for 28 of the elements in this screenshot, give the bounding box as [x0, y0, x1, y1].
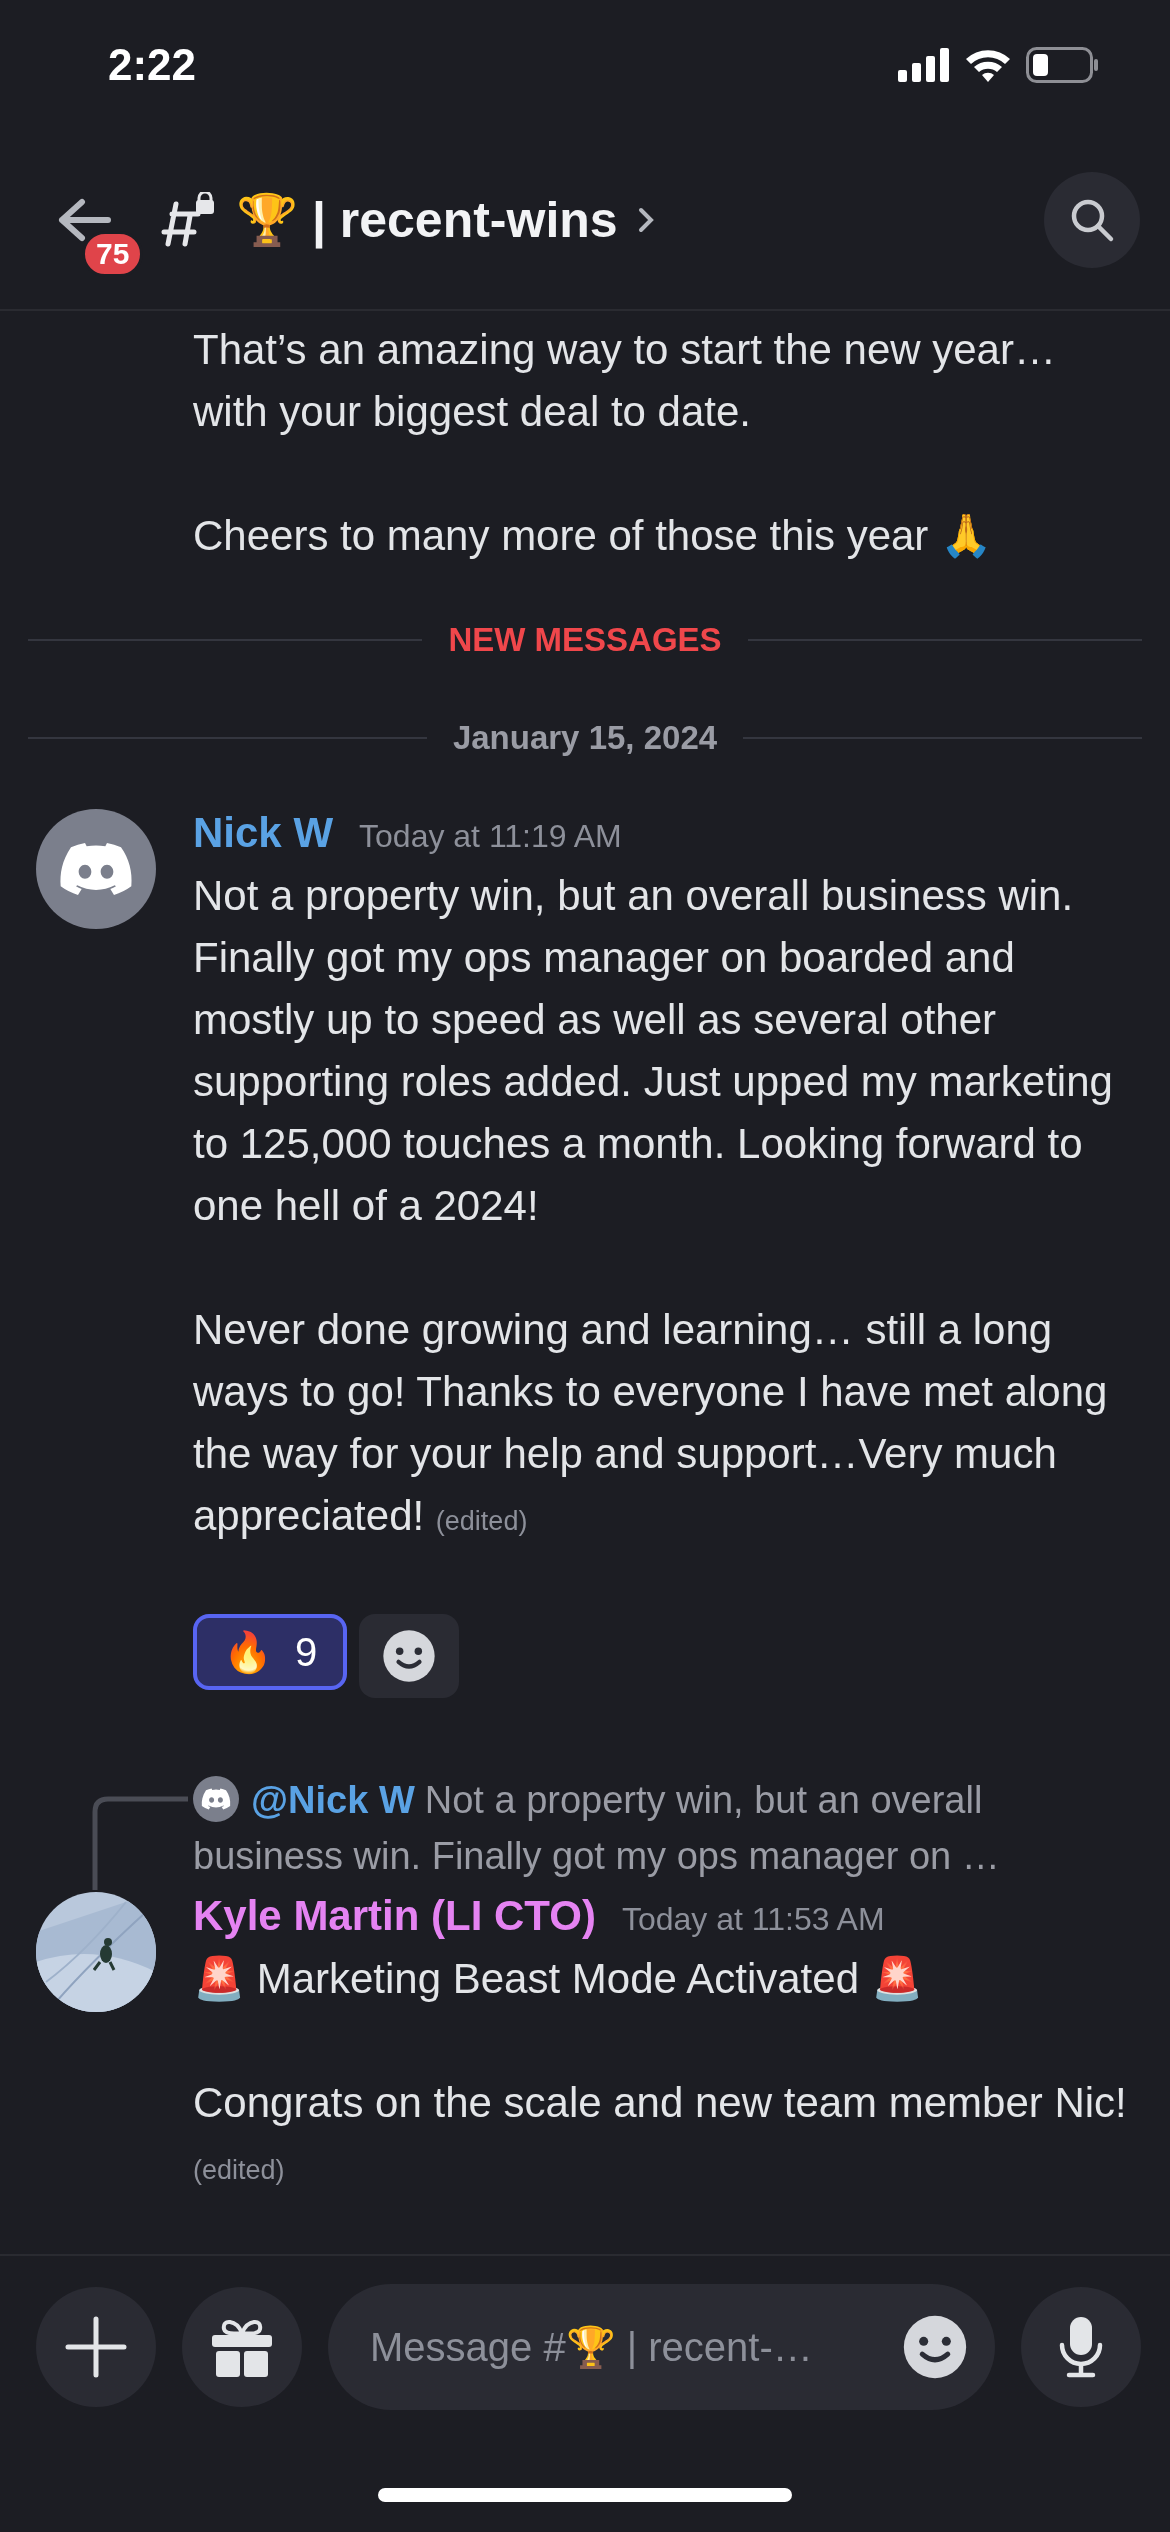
- message-text: 🚨 Marketing Beast Mode Activated 🚨: [193, 1954, 924, 2004]
- signal-icon: [898, 48, 950, 82]
- message-text: Not a property win, but an overall business win. Finally got my ops manager on boarded and mostly up to speed as well as several other supporting roles added. Just upped my marketing to 125,000 touches a month. Looking forward to one hell of a 2024!: [193, 871, 1114, 1231]
- message-text: Cheers to many more of those this year 🙏: [193, 511, 993, 561]
- date-divider: January 15, 2024: [452, 719, 718, 757]
- back-arrow-icon[interactable]: [56, 197, 112, 242]
- add-reaction-button[interactable]: [359, 1614, 460, 1698]
- reply-excerpt[interactable]: @Nick W Not a property win, but an overall business win. Finally got my ops manager on …: [193, 1772, 1142, 1884]
- new-messages-divider: NEW MESSAGES: [448, 621, 722, 659]
- battery-icon: [1026, 47, 1100, 83]
- smiley-icon: [381, 1628, 438, 1684]
- timestamp: Today at 11:53 AM: [621, 1901, 885, 1938]
- wifi-icon: [964, 47, 1012, 83]
- message-field[interactable]: Message #🏆 | recent-…: [328, 2284, 995, 2410]
- reply-mention[interactable]: @Nick W: [251, 1779, 415, 1821]
- timestamp: Today at 11:19 AM: [359, 818, 622, 855]
- message-text: Never done growing and learning… still a long ways to go! Thanks to everyone I have met along the way for your help and support…Very much appreciated! (edited): [193, 1305, 1109, 1541]
- emoji-button[interactable]: [901, 2313, 969, 2381]
- plus-icon: [64, 2315, 128, 2379]
- channel-name[interactable]: 🏆 | recent-wins: [236, 190, 618, 249]
- reaction-button[interactable]: 🔥 9: [193, 1614, 348, 1690]
- author-name[interactable]: Nick W: [193, 809, 334, 857]
- reply-avatar: [193, 1776, 239, 1822]
- author-name[interactable]: Kyle Martin (LI CTO): [193, 1892, 596, 1940]
- message-text: That’s an amazing way to start the new year… with your biggest deal to date.: [193, 325, 1057, 437]
- status-time: 2:22: [108, 40, 197, 90]
- message-text: Congrats on the scale and new team member Nic! (edited): [193, 2078, 1128, 2187]
- microphone-icon: [1057, 2315, 1105, 2379]
